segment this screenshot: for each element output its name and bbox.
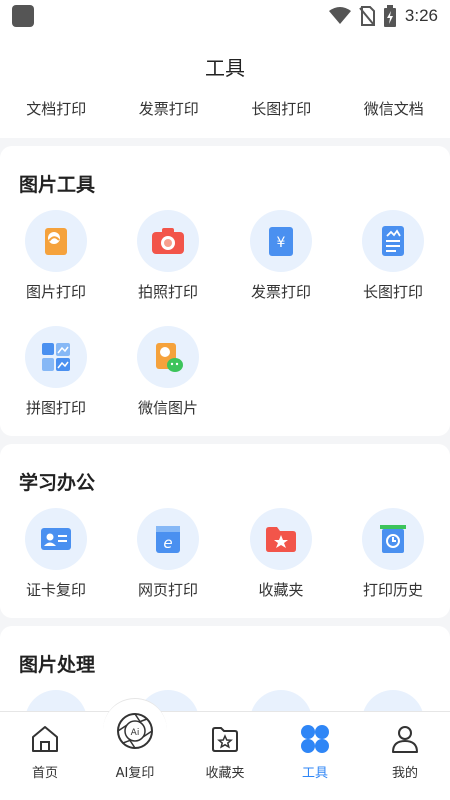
tab-label: 收藏夹 bbox=[205, 766, 245, 781]
app-notification-icon bbox=[12, 5, 34, 27]
section-study-office: 学习办公 证卡复印 e 网页打印 收藏夹 打印历史 bbox=[0, 444, 450, 618]
tool-favorites[interactable]: 收藏夹 bbox=[225, 508, 337, 600]
tool-label: 打印历史 bbox=[362, 581, 423, 599]
bottom-tab-bar: 首页 Ai AI复印 收藏夹 工具 我的 bbox=[0, 698, 450, 800]
tool-id-card-copy[interactable]: 证卡复印 bbox=[0, 508, 112, 600]
tool-label: 长图打印 bbox=[362, 283, 423, 301]
tool-label: 网页打印 bbox=[137, 581, 198, 599]
quick-tab-long-image-print[interactable]: 长图打印 bbox=[225, 98, 338, 119]
tab-label: 首页 bbox=[31, 766, 58, 781]
section-title: 图片处理 bbox=[19, 654, 96, 676]
tab-favorites[interactable]: 收藏夹 bbox=[180, 712, 270, 800]
profile-icon bbox=[388, 722, 422, 756]
section-title: 学习办公 bbox=[19, 472, 96, 494]
wechat-image-icon bbox=[137, 326, 199, 388]
photo-print-icon bbox=[25, 210, 87, 272]
tab-tools[interactable]: 工具 bbox=[270, 712, 360, 800]
tool-label: 发票打印 bbox=[250, 283, 311, 301]
tool-invoice-print[interactable]: ¥ 发票打印 bbox=[225, 210, 337, 302]
camera-icon bbox=[137, 210, 199, 272]
web-page-icon: e bbox=[137, 508, 199, 570]
svg-text:e: e bbox=[163, 534, 172, 552]
tool-collage-print[interactable]: 拼图打印 bbox=[0, 326, 112, 418]
id-card-icon bbox=[25, 508, 87, 570]
status-bar: 3:26 bbox=[0, 0, 450, 32]
tool-label: 微信图片 bbox=[137, 399, 198, 417]
section-image-tools: 图片工具 图片打印 拍照打印 ¥ 发票打印 长图打印 拼图打印 微信图片 bbox=[0, 146, 450, 436]
tool-web-page-print[interactable]: e 网页打印 bbox=[112, 508, 224, 600]
header: 工具 文档打印 发票打印 长图打印 微信文档 bbox=[0, 32, 450, 138]
quick-tab-wechat-doc[interactable]: 微信文档 bbox=[338, 98, 450, 119]
tool-long-image-print[interactable]: 长图打印 bbox=[337, 210, 449, 302]
tool-label: 证卡复印 bbox=[25, 581, 86, 599]
invoice-icon: ¥ bbox=[250, 210, 312, 272]
quick-tab-invoice-print[interactable]: 发票打印 bbox=[113, 98, 226, 119]
print-history-icon bbox=[362, 508, 424, 570]
ai-aperture-icon: Ai bbox=[103, 698, 167, 762]
tools-grid-icon bbox=[298, 722, 332, 756]
favorites-folder-icon bbox=[250, 508, 312, 570]
tool-camera-print[interactable]: 拍照打印 bbox=[112, 210, 224, 302]
battery-charging-icon bbox=[383, 5, 396, 27]
tab-ai-copy[interactable]: Ai AI复印 bbox=[90, 698, 180, 800]
tab-profile[interactable]: 我的 bbox=[360, 712, 450, 800]
tool-label: 图片打印 bbox=[25, 283, 86, 301]
tab-label: 我的 bbox=[391, 766, 418, 781]
page-title: 工具 bbox=[205, 56, 245, 80]
tool-label: 拍照打印 bbox=[137, 283, 198, 301]
tool-image-print[interactable]: 图片打印 bbox=[0, 210, 112, 302]
tab-label: AI复印 bbox=[115, 766, 155, 781]
quick-tab-doc-print[interactable]: 文档打印 bbox=[0, 98, 113, 119]
tab-home[interactable]: 首页 bbox=[0, 712, 90, 800]
quick-tabs: 文档打印 发票打印 长图打印 微信文档 bbox=[0, 98, 450, 119]
svg-text:Ai: Ai bbox=[131, 728, 140, 738]
wifi-icon bbox=[328, 7, 351, 24]
section-title: 图片工具 bbox=[19, 174, 96, 196]
status-time: 3:26 bbox=[404, 6, 438, 25]
home-icon bbox=[28, 722, 62, 756]
no-sim-icon bbox=[359, 6, 375, 26]
status-indicators: 3:26 bbox=[328, 5, 438, 27]
long-image-icon bbox=[362, 210, 424, 272]
svg-text:¥: ¥ bbox=[277, 235, 286, 251]
tool-wechat-image[interactable]: 微信图片 bbox=[112, 326, 224, 418]
collage-icon bbox=[25, 326, 87, 388]
tool-label: 拼图打印 bbox=[25, 399, 86, 417]
star-folder-icon bbox=[208, 722, 242, 756]
tool-print-history[interactable]: 打印历史 bbox=[337, 508, 449, 600]
tab-label: 工具 bbox=[301, 766, 328, 781]
tool-label: 收藏夹 bbox=[258, 581, 304, 599]
